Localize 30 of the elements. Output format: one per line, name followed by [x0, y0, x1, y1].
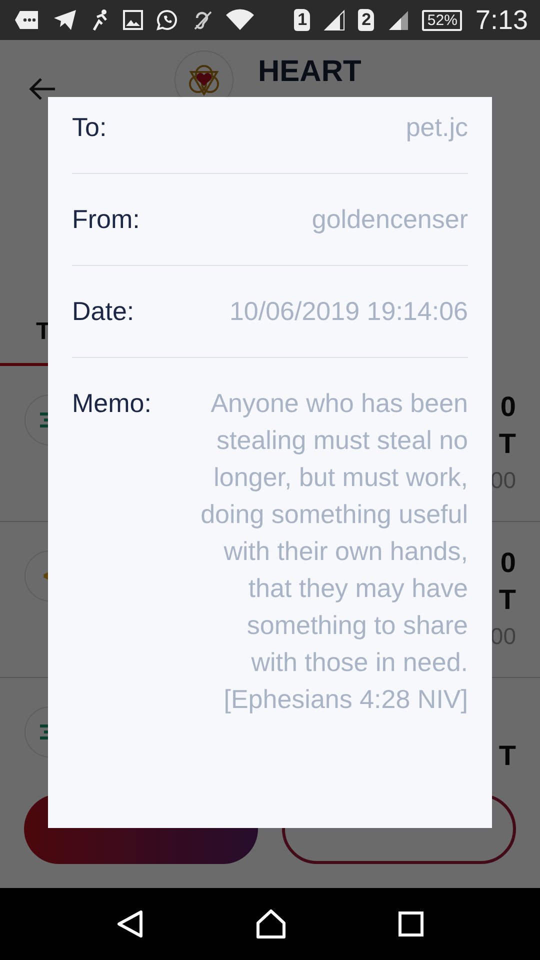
battery-indicator: 52% — [422, 10, 462, 30]
currency-text: T — [498, 739, 516, 771]
field-value: 10/06/2019 19:14:06 — [229, 295, 468, 328]
amount-text: 0 — [500, 390, 516, 424]
field-label: Memo: — [72, 387, 152, 420]
field-value: Anyone who has been stealing must steal no longer, but must work, doing something useful with their own hands, that they may have something to share with those in need. [Ephesians 4:28 NIV] — [200, 387, 468, 716]
field-label: From: — [72, 203, 140, 236]
runner-icon — [90, 9, 110, 31]
field-label: To: — [72, 111, 107, 144]
sim-card-badge: 2 — [358, 9, 374, 31]
home-icon[interactable] — [256, 909, 286, 939]
back-icon[interactable] — [116, 909, 144, 939]
amount-text: 0 — [500, 546, 516, 580]
clock: 7:13 — [475, 4, 528, 36]
image-icon — [123, 10, 143, 30]
back-arrow-icon[interactable] — [28, 77, 56, 101]
currency-text: T — [498, 583, 516, 617]
app-title: HEART — [258, 55, 362, 89]
sim-card-badge: 1 — [294, 9, 310, 31]
signal-icon — [323, 9, 346, 31]
signal-icon — [387, 9, 410, 31]
overview-icon[interactable] — [398, 911, 424, 937]
field-value: goldencenser — [312, 203, 468, 236]
wifi-icon — [226, 9, 254, 31]
field-label: Date: — [72, 295, 134, 328]
currency-text: T — [498, 427, 516, 461]
chat-bubble-icon — [156, 9, 178, 31]
field-value: pet.jc — [406, 111, 468, 144]
message-icon — [14, 10, 40, 30]
paper-plane-icon — [53, 9, 77, 31]
